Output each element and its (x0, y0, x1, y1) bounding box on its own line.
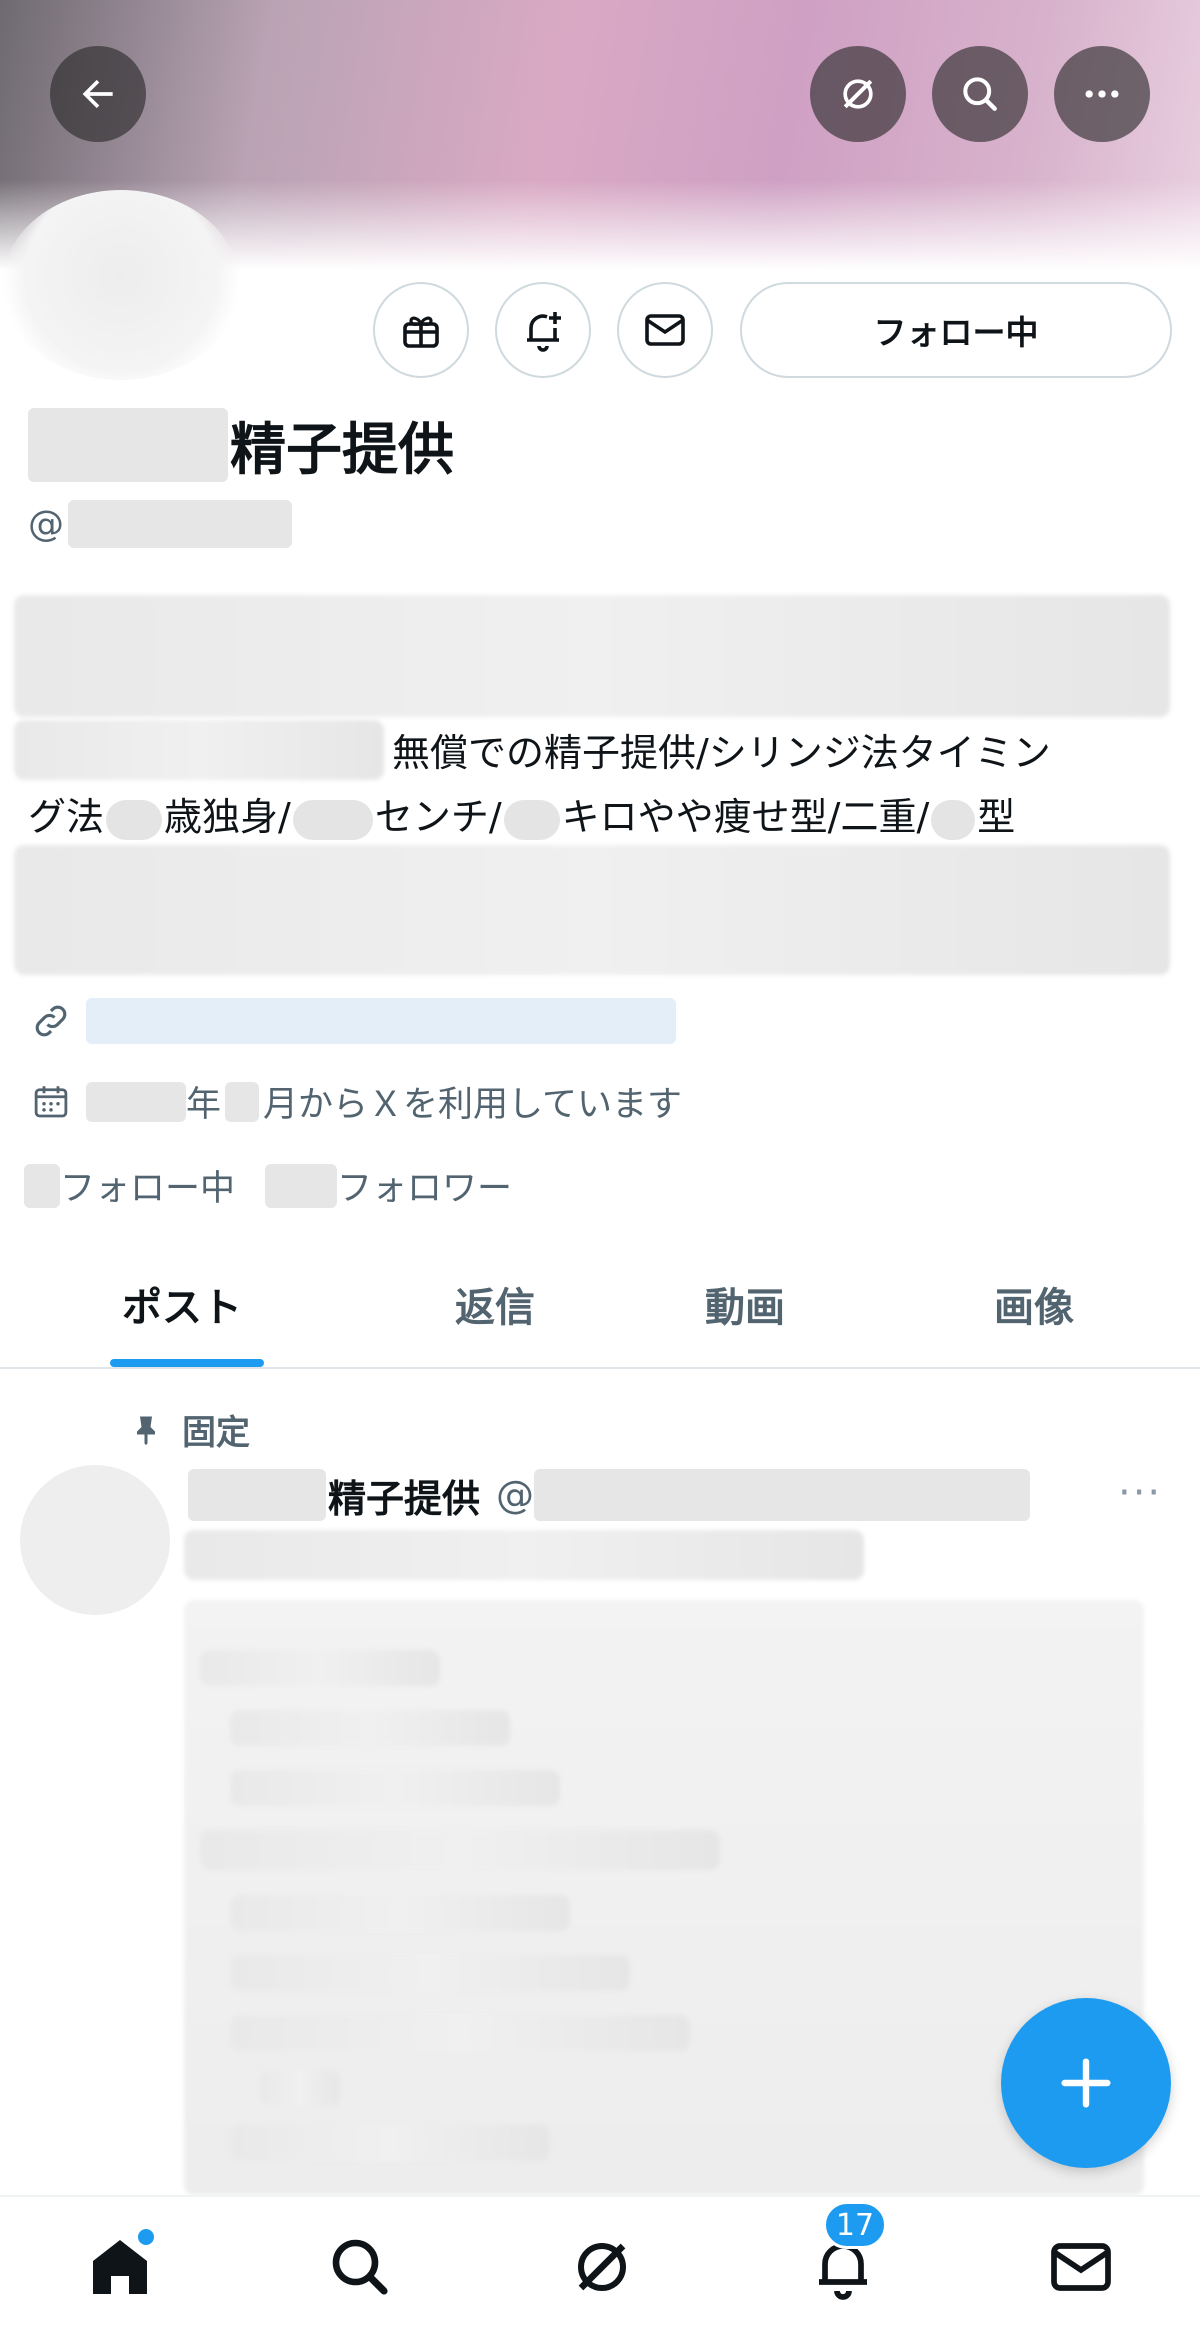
nav-notifications[interactable]: 17 (803, 2201, 887, 2307)
redacted-author-name (188, 1469, 326, 1521)
redacted-following-count (24, 1163, 60, 1208)
link-icon (35, 1005, 67, 1037)
bell-plus-icon (527, 312, 561, 352)
bio-text: グ法 (28, 795, 105, 839)
blurred-post-line (260, 2070, 340, 2106)
more-button[interactable] (1054, 46, 1150, 142)
grok-icon (578, 2243, 626, 2291)
nav-messages[interactable] (1041, 2227, 1121, 2307)
blurred-post-line (230, 2015, 690, 2051)
redacted-blood-type (931, 799, 976, 840)
pin-icon (137, 1416, 155, 1445)
grok-button[interactable] (810, 46, 906, 142)
redacted-followers-count (265, 1163, 338, 1208)
display-name-text: 精子提供 (230, 417, 454, 483)
post-author-avatar[interactable] (20, 1465, 170, 1615)
grok-icon (843, 79, 873, 109)
joined-year-suffix: 年 (186, 1085, 222, 1125)
bio-line-1: 無償での精子提供/シリンジ法タイミン (392, 731, 1051, 775)
profile-avatar[interactable] (2, 190, 240, 380)
bio-line-2: グ法 歳独身/センチ/キロやや痩せ型/二重/型 (28, 786, 1015, 841)
blurred-bio-bottom (14, 845, 1170, 975)
bottom-navigation: 17 (0, 2195, 1200, 2345)
bio-text: センチ/ (374, 795, 502, 839)
messages-icon (1051, 2243, 1111, 2291)
joined-text: 月からＸを利用しています (263, 1085, 682, 1125)
tab-videos[interactable]: 動画 (705, 1275, 785, 1333)
follow-counts: フォロー中 フォロワー (24, 1160, 512, 1211)
tab-posts[interactable]: ポスト (122, 1275, 242, 1333)
joined-row: 年 月からＸを利用しています (30, 1076, 682, 1127)
envelope-icon (645, 314, 685, 346)
plus-icon (1061, 2058, 1111, 2108)
notifications-badge: 17 (823, 2201, 887, 2249)
blurred-post-line (230, 1710, 510, 1746)
message-button[interactable] (617, 282, 713, 378)
blurred-post-line (230, 2125, 550, 2161)
blurred-post-line (230, 1895, 570, 1931)
more-horizontal-icon (1085, 90, 1119, 98)
search-icon (963, 77, 997, 111)
bio-text: 型 (977, 795, 1016, 839)
display-name: 精子提供 (28, 405, 454, 485)
search-icon (332, 2239, 388, 2295)
following-link[interactable]: フォロー中 (60, 1160, 235, 1211)
arrow-left-icon (82, 79, 113, 109)
redacted-author-handle (534, 1469, 1031, 1521)
redacted-year (86, 1081, 186, 1122)
blurred-post-line (200, 1830, 720, 1870)
blurred-bio-top (14, 595, 1170, 717)
blurred-post-line (230, 1955, 630, 1991)
redacted-month (225, 1081, 260, 1122)
blurred-post-text (184, 1530, 864, 1580)
profile-tabs: ポスト 返信 動画 画像 (0, 1245, 1200, 1369)
blurred-bio-left (14, 720, 384, 780)
post-author-handle-prefix: @ (496, 1473, 535, 1517)
search-button[interactable] (932, 46, 1028, 142)
following-button[interactable]: フォロー中 (740, 282, 1172, 378)
nav-home[interactable] (80, 2227, 160, 2307)
nav-grok[interactable] (562, 2227, 642, 2307)
blurred-post-line (230, 1770, 560, 1806)
home-unread-dot (136, 2227, 156, 2247)
blurred-post-line (200, 1650, 440, 1686)
notify-subscribe-button[interactable] (495, 282, 591, 378)
tab-replies[interactable]: 返信 (455, 1275, 535, 1333)
back-button[interactable] (50, 46, 146, 142)
followers-link[interactable]: フォロワー (337, 1160, 512, 1211)
redacted-website-link[interactable] (86, 998, 676, 1044)
redacted-age (106, 799, 163, 840)
bio-text: 歳独身/ (164, 795, 291, 839)
calendar-icon (34, 1085, 68, 1117)
website-row[interactable] (30, 998, 676, 1044)
pinned-label-row: 固定 (128, 1405, 250, 1454)
redacted-height (292, 799, 373, 840)
post-author-name: 精子提供 (328, 1476, 481, 1521)
gift-button[interactable] (373, 282, 469, 378)
redacted-name (28, 408, 228, 482)
redacted-handle (68, 500, 292, 548)
pinned-label: 固定 (182, 1413, 250, 1453)
post-more-button[interactable]: ··· (1118, 1470, 1162, 1516)
post-author[interactable]: 精子提供 @ (188, 1465, 1031, 1525)
compose-post-button[interactable] (1001, 1998, 1171, 2168)
active-tab-indicator (110, 1359, 264, 1367)
gift-icon (403, 316, 439, 348)
redacted-weight (503, 799, 560, 840)
nav-search[interactable] (320, 2227, 400, 2307)
tab-images[interactable]: 画像 (994, 1275, 1074, 1333)
user-handle: @ (28, 500, 292, 548)
handle-prefix: @ (28, 503, 64, 545)
bio-text: キロやや痩せ型/二重/ (561, 795, 930, 839)
